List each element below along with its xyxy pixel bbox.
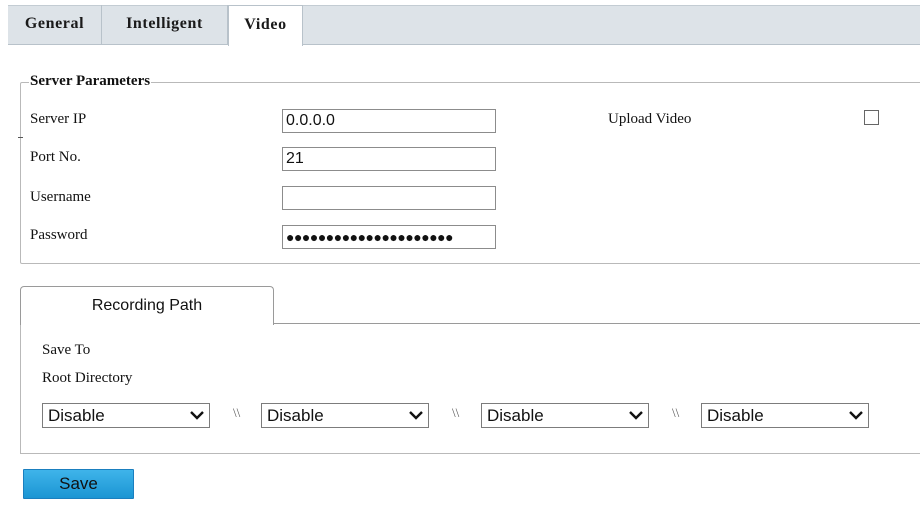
password-input[interactable]: ●●●●●●●●●●●●●●●●●●●●● xyxy=(282,225,496,249)
directory-level-3-select[interactable]: Disable xyxy=(481,403,649,428)
username-label: Username xyxy=(30,189,91,205)
chevron-down-icon xyxy=(409,411,423,420)
server-ip-input[interactable]: 0.0.0.0 xyxy=(282,109,496,133)
recording-path-panel-edge xyxy=(273,323,920,324)
directory-level-1-value: Disable xyxy=(48,406,105,425)
top-tab-bar: General Intelligent Video xyxy=(8,5,920,46)
chevron-down-icon xyxy=(190,411,204,420)
directory-level-2-select[interactable]: Disable xyxy=(261,403,429,428)
username-input[interactable] xyxy=(282,186,496,210)
tab-general[interactable]: General xyxy=(8,5,102,45)
upload-video-label: Upload Video xyxy=(608,111,692,127)
tab-video[interactable]: Video xyxy=(228,5,303,46)
path-separator: \\ xyxy=(672,405,680,420)
port-input[interactable]: 21 xyxy=(282,147,496,171)
directory-level-4-value: Disable xyxy=(707,406,764,425)
recording-path-panel xyxy=(20,324,920,454)
tab-intelligent[interactable]: Intelligent xyxy=(102,5,228,45)
save-button[interactable]: Save xyxy=(23,469,134,499)
tab-recording-path[interactable]: Recording Path xyxy=(20,286,274,325)
directory-level-4-select[interactable]: Disable xyxy=(701,403,869,428)
chevron-down-icon xyxy=(629,411,643,420)
server-ip-label: Server IP xyxy=(30,111,87,127)
fieldset-marker xyxy=(18,137,23,138)
upload-video-checkbox[interactable] xyxy=(864,110,879,125)
save-to-label: Save To xyxy=(42,342,91,358)
chevron-down-icon xyxy=(849,411,863,420)
port-label: Port No. xyxy=(30,149,81,165)
password-label: Password xyxy=(30,227,88,243)
server-parameters-legend: Server Parameters xyxy=(29,73,152,90)
path-separator: \\ xyxy=(233,405,241,420)
path-separator: \\ xyxy=(452,405,460,420)
directory-level-1-select[interactable]: Disable xyxy=(42,403,210,428)
directory-level-3-value: Disable xyxy=(487,406,544,425)
directory-level-2-value: Disable xyxy=(267,406,324,425)
root-directory-label: Root Directory xyxy=(42,370,133,386)
